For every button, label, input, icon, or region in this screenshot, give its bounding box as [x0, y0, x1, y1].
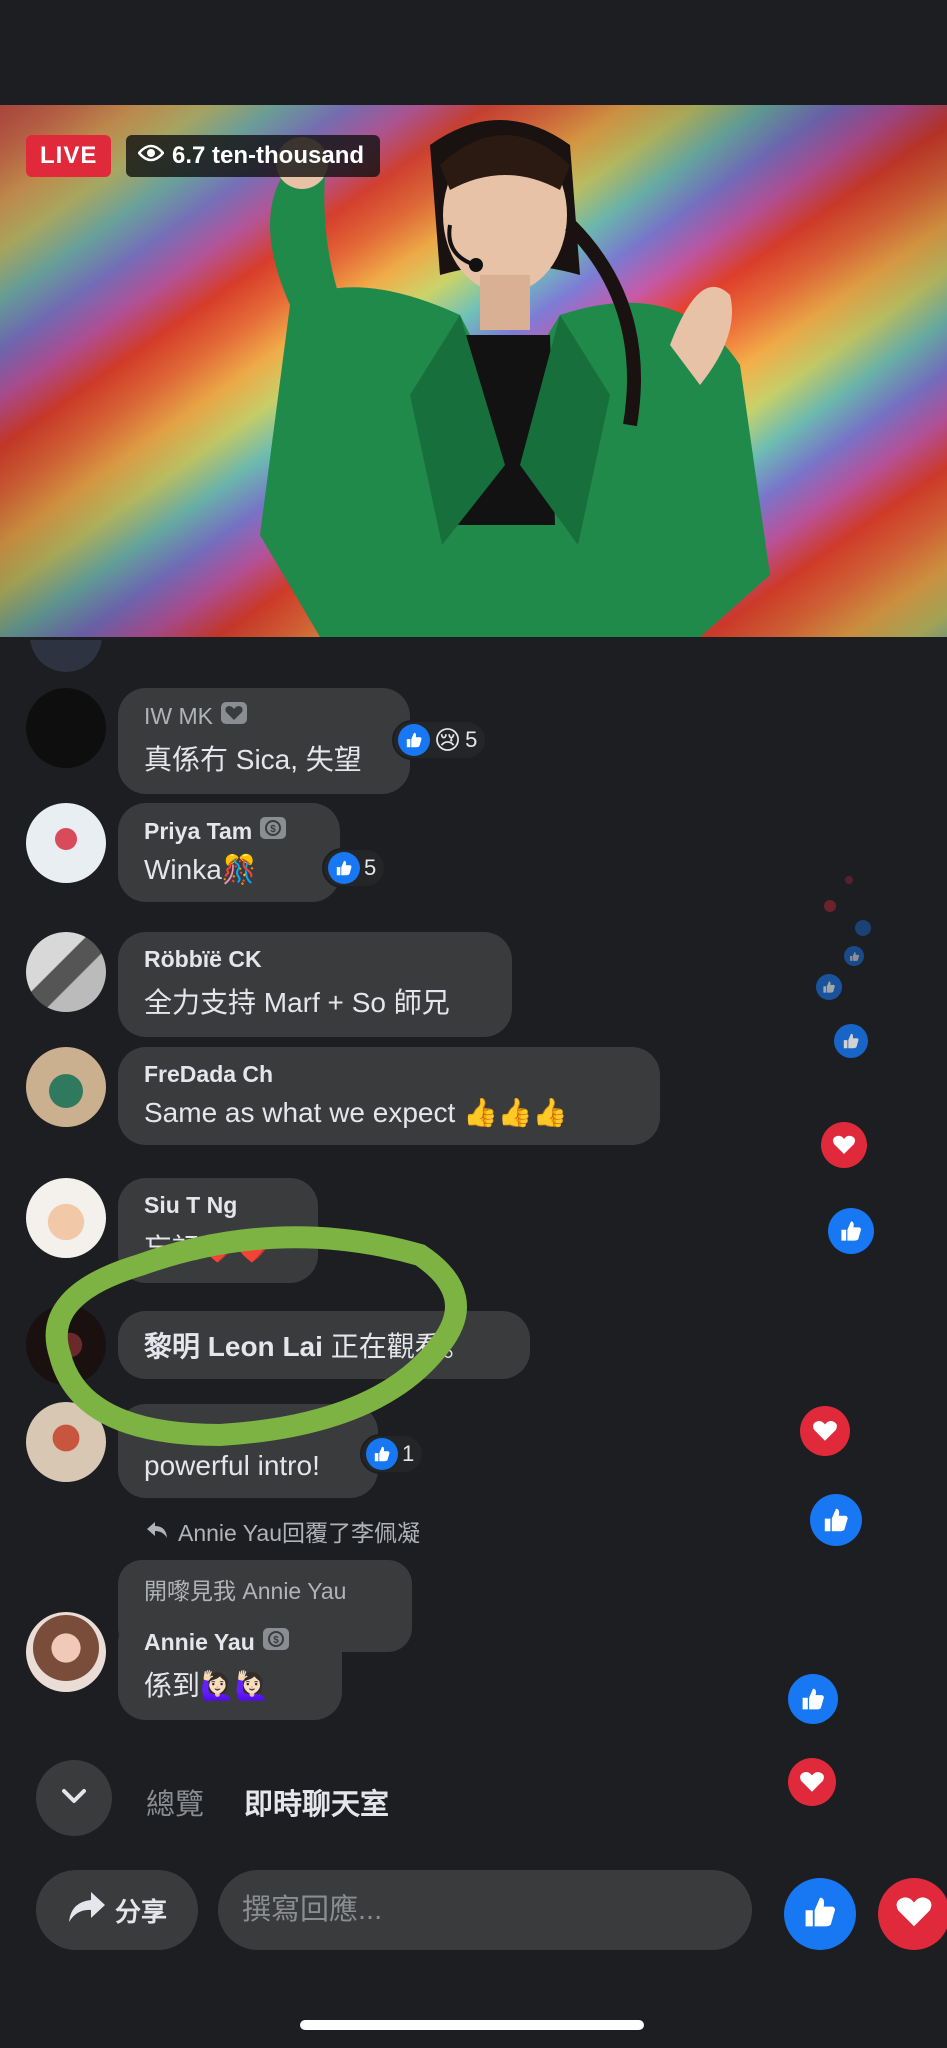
floating-like-reaction-icon — [816, 974, 842, 1000]
like-reaction-icon — [328, 852, 360, 884]
live-badge: LIVE — [26, 135, 112, 177]
heart-icon — [895, 1896, 933, 1933]
comment-text: 係到🙋🏻‍♀️🙋🏻‍♀️ — [144, 1670, 270, 1701]
author-name: IW MK — [144, 702, 213, 729]
avatar[interactable] — [26, 1178, 106, 1258]
quoted-text: 開嚟見我 Annie Yau — [144, 1578, 347, 1604]
avatar[interactable] — [26, 1612, 106, 1692]
reaction-count[interactable]: 5 — [322, 848, 387, 888]
share-label: 分享 — [114, 1896, 167, 1927]
like-reaction-icon — [398, 724, 430, 756]
comment-author[interactable]: FreDada Ch — [144, 1061, 634, 1088]
viewer-count-text: 6.7 ten-thousand — [172, 142, 365, 169]
viewer-count: 6.7 ten-thousand — [126, 135, 381, 177]
performer-figure — [260, 120, 770, 637]
thumbs-up-icon — [802, 1894, 838, 1935]
floating-love-reaction-icon — [800, 1406, 850, 1456]
reaction-count[interactable]: 😢 5 — [392, 720, 488, 760]
comment-bubble[interactable]: Siu T Ng 忘記❤️❤️ — [118, 1178, 318, 1283]
comment-author[interactable]: Röbbïë CK — [144, 946, 486, 973]
comment-text: Winka🎊 — [144, 854, 257, 885]
comment-author[interactable]: IW MK — [144, 702, 384, 730]
comment-bubble[interactable]: Röbbïë CK 全力支持 Marf + So 師兄 — [118, 932, 512, 1037]
comment-author[interactable]: Priya Tam $ — [144, 817, 314, 845]
reaction-count-text: 5 — [465, 727, 478, 752]
floating-like-reaction-icon — [788, 1674, 838, 1724]
reaction-count-text: 1 — [402, 1441, 415, 1466]
author-name: FreDada Ch — [144, 1061, 274, 1087]
comment-text: 全力支持 Marf + So 師兄 — [144, 987, 450, 1018]
comment-bubble[interactable]: Priya Tam $ Winka🎊 — [118, 803, 340, 902]
svg-text:$: $ — [273, 1635, 279, 1646]
reply-context-text: Annie Yau回覆了李佩凝 — [178, 1520, 421, 1546]
floating-love-reaction-icon — [788, 1758, 836, 1806]
reaction-count[interactable]: 1 — [360, 1434, 425, 1474]
tab-live-chat[interactable]: 即時聊天室 — [244, 1781, 389, 1823]
like-button[interactable] — [784, 1878, 856, 1950]
avatar[interactable] — [26, 932, 106, 1012]
heart-badge-icon — [221, 702, 247, 730]
reply-context: Annie Yau回覆了李佩凝 — [146, 1514, 420, 1548]
floating-like-reaction-icon — [834, 1024, 868, 1058]
comment-text: Same as what we expect 👍👍👍 — [144, 1097, 568, 1128]
comment-bubble[interactable]: IW MK 真係冇 Sica, 失望 — [118, 688, 410, 794]
author-name: Siu T Ng — [144, 1192, 238, 1218]
sad-reaction-icon: 😢 — [434, 725, 462, 755]
floating-like-reaction-icon — [855, 920, 871, 936]
floating-like-reaction-icon — [828, 1208, 874, 1254]
subscriber-badge-icon: $ — [262, 1628, 289, 1656]
chevron-down-icon — [60, 1787, 88, 1810]
floating-love-reaction-icon — [824, 900, 836, 912]
love-button[interactable] — [878, 1878, 947, 1950]
avatar[interactable] — [26, 1402, 106, 1482]
live-video-player[interactable]: LIVE 6.7 ten-thousand — [0, 105, 947, 637]
like-reaction-icon — [366, 1438, 398, 1470]
collapse-chat-button[interactable] — [36, 1760, 112, 1836]
comment-author[interactable]: Annie Yau $ — [144, 1628, 316, 1656]
subscriber-badge-icon: $ — [260, 817, 287, 845]
avatar[interactable] — [26, 688, 106, 768]
home-indicator[interactable] — [300, 2020, 644, 2030]
author-name: Annie Yau — [144, 1628, 255, 1655]
avatar[interactable] — [26, 1305, 106, 1385]
status-text: 正在觀看。 — [330, 1331, 471, 1362]
author-name[interactable]: 黎明 Leon Lai — [144, 1331, 323, 1362]
avatar[interactable] — [26, 803, 106, 883]
comment-text: 忘記❤️❤️ — [144, 1233, 270, 1264]
comment-bubble[interactable]: 黎明 Leon Lai 正在觀看。 — [118, 1311, 530, 1379]
author-name: Priya Tam — [144, 817, 253, 844]
comment-bubble[interactable]: powerful intro! — [118, 1404, 378, 1498]
comment-author[interactable]: Siu T Ng — [144, 1192, 292, 1219]
avatar[interactable] — [26, 1047, 106, 1127]
floating-love-reaction-icon — [821, 1122, 867, 1168]
comment-input[interactable] — [218, 1870, 752, 1950]
reply-arrow-icon — [146, 1518, 168, 1545]
author-name: Röbbïë CK — [144, 946, 262, 972]
share-arrow-icon — [67, 1890, 107, 1931]
comment-text: powerful intro! — [144, 1450, 320, 1481]
comment-text: 真係冇 Sica, 失望 — [144, 744, 362, 775]
comment-bubble[interactable]: Annie Yau $ 係到🙋🏻‍♀️🙋🏻‍♀️ — [118, 1614, 342, 1720]
comment-bubble[interactable]: FreDada Ch Same as what we expect 👍👍👍 — [118, 1047, 660, 1145]
tab-overview[interactable]: 總覽 — [146, 1781, 204, 1823]
floating-like-reaction-icon — [810, 1494, 862, 1546]
share-button[interactable]: 分享 — [36, 1870, 198, 1950]
eye-icon — [137, 135, 165, 177]
svg-text:$: $ — [270, 824, 276, 835]
floating-like-reaction-icon — [844, 946, 864, 966]
reaction-count-text: 5 — [364, 855, 377, 880]
floating-love-reaction-icon — [845, 876, 853, 884]
